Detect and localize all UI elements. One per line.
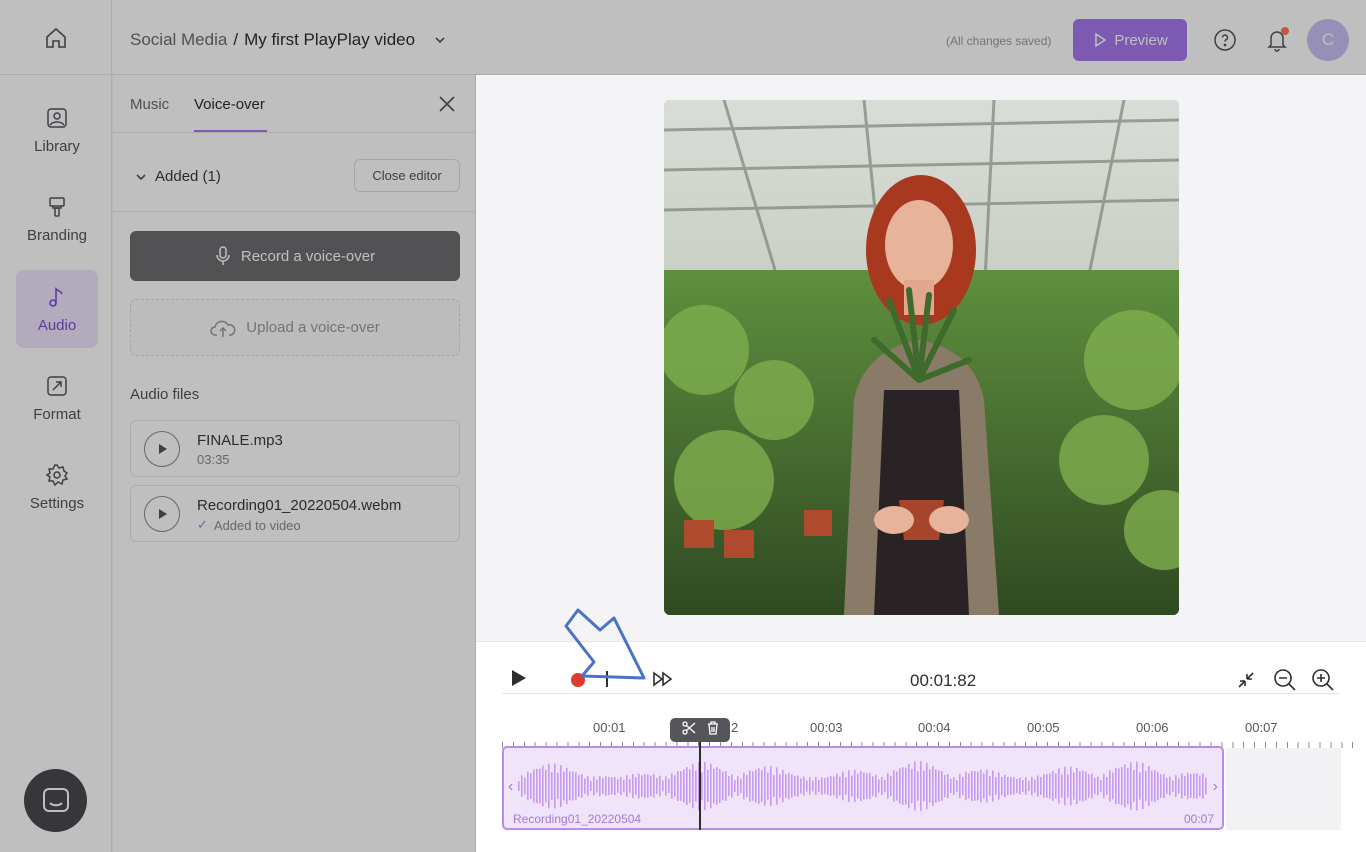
added-section: Added (1) Close editor — [113, 133, 476, 212]
file-name: Recording01_20220504.webm — [197, 497, 402, 514]
audio-waveform — [518, 761, 1207, 811]
chevron-down-icon — [136, 173, 146, 180]
panel-tabs: Music Voice-over — [113, 75, 476, 133]
zoom-in-icon[interactable] — [1311, 668, 1335, 697]
zoom-out-icon[interactable] — [1273, 668, 1297, 697]
file-name: FINALE.mp3 — [197, 432, 283, 449]
active-tab-indicator — [194, 130, 267, 132]
trim-right-handle[interactable]: › — [1213, 778, 1218, 796]
upload-label: Upload a voice-over — [246, 319, 380, 336]
audio-file-item[interactable]: Recording01_20220504.webm ✓ Added to vid… — [130, 485, 460, 542]
sidebar-item-library[interactable]: Library — [16, 91, 98, 169]
current-time: 00:01:82 — [910, 671, 977, 690]
tick-label: 00:01 — [593, 720, 626, 735]
play-outline-icon — [1095, 32, 1107, 48]
audio-file-item[interactable]: FINALE.mp3 03:35 — [130, 420, 460, 477]
canvas-area — [476, 75, 1366, 641]
tab-music[interactable]: Music — [130, 96, 169, 113]
tick-label: 00:03 — [810, 720, 843, 735]
tick-label: 00:05 — [1027, 720, 1060, 735]
record-voiceover-button[interactable]: Record a voice-over — [130, 231, 460, 281]
gear-icon — [45, 463, 69, 486]
sidebar-item-branding[interactable]: Branding — [16, 180, 98, 258]
close-editor-button[interactable]: Close editor — [354, 159, 460, 192]
play-icon[interactable] — [510, 668, 528, 693]
tick-label: 00:04 — [918, 720, 951, 735]
playhead[interactable] — [699, 742, 701, 830]
sidebar-item-label: Branding — [26, 226, 88, 244]
breadcrumb-parent[interactable]: Social Media — [130, 30, 227, 50]
clip-name: Recording01_20220504 — [513, 812, 642, 826]
home-icon — [45, 27, 66, 48]
home-button[interactable] — [0, 0, 112, 75]
image-icon — [47, 107, 67, 128]
paint-roller-icon — [49, 196, 65, 217]
sidebar-item-audio[interactable]: Audio — [16, 270, 98, 348]
audio-files-title: Audio files — [130, 386, 200, 403]
voiceover-panel: Music Voice-over Added (1) Close editor … — [113, 75, 476, 852]
breadcrumb-separator: / — [233, 30, 239, 49]
greenhouse-photo — [664, 100, 1179, 615]
added-toggle[interactable]: Added (1) — [135, 168, 221, 185]
trim-left-handle[interactable]: ‹ — [508, 778, 513, 796]
sidebar-item-settings[interactable]: Settings — [16, 448, 98, 526]
file-status: ✓ Added to video — [197, 517, 301, 533]
chat-widget-button[interactable] — [24, 769, 87, 832]
play-icon[interactable] — [144, 431, 180, 467]
save-status: (All changes saved) — [946, 34, 1052, 48]
added-label: Added (1) — [155, 168, 221, 185]
top-bar: Social Media / My first PlayPlay video (… — [0, 0, 1366, 75]
file-status-label: Added to video — [213, 517, 301, 533]
audio-clip[interactable]: ‹ › Recording01_20220504 00:07 — [502, 746, 1224, 830]
chevron-down-icon[interactable] — [433, 33, 447, 47]
breadcrumb: Social Media / My first PlayPlay video — [130, 30, 447, 50]
sidebar-item-label: Library — [34, 137, 80, 155]
play-icon[interactable] — [144, 496, 180, 532]
timeline-ruler[interactable]: 00:01 2 00:03 00:04 00:05 00:06 00:07 — [502, 710, 1354, 748]
sidebar-item-label: Format — [33, 405, 81, 423]
upload-voiceover-button[interactable]: Upload a voice-over — [130, 299, 460, 356]
cloud-upload-icon — [210, 320, 236, 337]
record-label: Record a voice-over — [240, 247, 376, 265]
sidebar-item-label: Audio — [37, 316, 77, 334]
check-icon: ✓ — [197, 517, 208, 532]
avatar[interactable]: C — [1307, 19, 1349, 61]
clip-duration: 00:07 — [1183, 812, 1214, 826]
video-preview-image[interactable] — [664, 100, 1179, 615]
resize-icon — [47, 375, 67, 396]
sidebar-item-label: Settings — [29, 494, 85, 512]
music-note-icon — [49, 286, 63, 307]
tick-label: 00:06 — [1136, 720, 1169, 735]
collapse-icon[interactable] — [1236, 670, 1256, 695]
microphone-icon — [216, 246, 230, 265]
left-nav: Library Branding Audio Format Settings — [0, 75, 112, 852]
annotation-arrow-icon — [558, 604, 650, 687]
fast-forward-icon[interactable] — [652, 671, 674, 692]
tab-voice-over[interactable]: Voice-over — [194, 96, 265, 113]
close-icon[interactable] — [437, 94, 457, 119]
sidebar-item-format[interactable]: Format — [16, 359, 98, 437]
empty-track-area — [1226, 748, 1341, 830]
clip-tools — [670, 718, 730, 742]
tick-label: 00:07 — [1245, 720, 1278, 735]
trash-icon[interactable] — [707, 720, 719, 740]
preview-label: Preview — [1114, 31, 1168, 49]
project-title[interactable]: My first PlayPlay video — [244, 30, 415, 50]
preview-button[interactable]: Preview — [1073, 19, 1187, 61]
chat-icon — [42, 787, 69, 812]
notification-badge — [1281, 27, 1289, 35]
help-icon[interactable] — [1213, 28, 1237, 57]
file-duration: 03:35 — [197, 452, 230, 467]
scissors-icon[interactable] — [681, 720, 696, 740]
tick-label: 2 — [731, 720, 739, 735]
